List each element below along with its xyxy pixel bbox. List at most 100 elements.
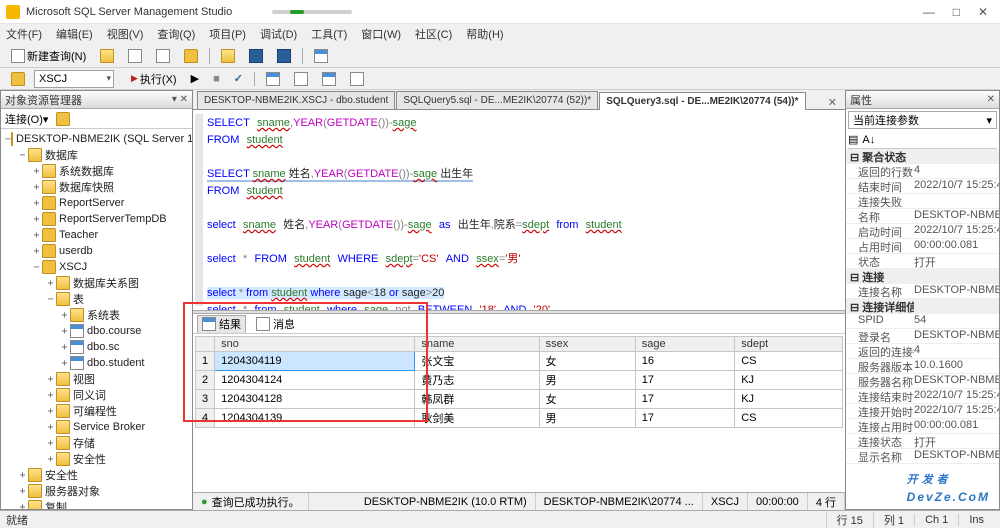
properties-grid[interactable]: ⊟ 聚合状态 返回的行数4 结束时间2022/10/7 15:25:40 连接失… xyxy=(846,149,999,509)
pin-icon[interactable]: ▾ ✕ xyxy=(172,94,188,105)
menu-community[interactable]: 社区(C) xyxy=(415,26,452,42)
object-explorer-title: 对象资源管理器 xyxy=(5,92,82,108)
progress-indicator xyxy=(272,10,352,14)
object-tree[interactable]: −DESKTOP-NBME2IK (SQL Server 10.0.160 −数… xyxy=(1,129,192,509)
tab-table-designer[interactable]: DESKTOP-NBME2IK.XSCJ - dbo.student xyxy=(197,91,395,109)
menu-project[interactable]: 项目(P) xyxy=(209,26,246,42)
sql-editor[interactable]: SELECT sname,YEAR(GETDATE())-sage FROM s… xyxy=(193,110,845,310)
status-ready: 就绪 xyxy=(6,512,28,528)
properties-title: 属性 xyxy=(850,92,872,108)
folder-icon xyxy=(28,468,42,482)
table-row: 11204304119张文宝女16CS xyxy=(196,352,843,371)
object-explorer-panel: 对象资源管理器 ▾ ✕ 连接(O)▾ −DESKTOP-NBME2IK (SQL … xyxy=(0,90,193,510)
folder-icon xyxy=(28,500,42,509)
title-bar: Microsoft SQL Server Management Studio —… xyxy=(0,0,1000,24)
table-row: 21204304124黄乃志男17KJ xyxy=(196,371,843,390)
database-icon xyxy=(42,212,56,226)
tab-query3[interactable]: SQLQuery3.sql - DE...ME2IK\20774 (54))* xyxy=(599,92,805,110)
minimize-button[interactable]: — xyxy=(923,5,935,19)
alpha-icon[interactable]: A↓ xyxy=(862,134,875,146)
app-title: Microsoft SQL Server Management Studio xyxy=(26,6,232,18)
server-icon xyxy=(11,132,13,146)
folder-icon xyxy=(56,404,70,418)
stop-button[interactable]: ■ xyxy=(208,69,225,89)
parse-button[interactable] xyxy=(229,69,248,89)
status-col: 列 1 xyxy=(873,512,914,528)
message-icon xyxy=(256,317,270,331)
execute-button[interactable]: 执行(X) xyxy=(126,70,182,88)
status-ok: 查询已成功执行。 xyxy=(193,493,309,510)
new-query-button[interactable]: 新建查询(N) xyxy=(6,46,91,66)
database-selector[interactable]: XSCJ xyxy=(34,70,114,88)
folder-icon xyxy=(56,420,70,434)
results-tab[interactable]: 结果 xyxy=(197,315,246,333)
folder-icon xyxy=(28,484,42,498)
results-grid[interactable]: snosnamessexsagesdept 11204304119张文宝女16C… xyxy=(195,336,843,428)
database-icon xyxy=(42,196,56,210)
properties-panel: 属性 ✕ 当前连接参数▾ ▤ A↓ ⊟ 聚合状态 返回的行数4 结束时间2022/… xyxy=(845,90,1000,510)
document-area: DESKTOP-NBME2IK.XSCJ - dbo.student SQLQu… xyxy=(193,90,845,510)
status-line: 行 15 xyxy=(826,512,873,528)
pin-icon[interactable]: ✕ xyxy=(987,94,995,105)
folder-icon xyxy=(42,164,56,178)
table-row: 31204304128韩凤群女17KJ xyxy=(196,390,843,409)
table-icon xyxy=(70,324,84,338)
properties-toolbar: ▤ A↓ xyxy=(848,131,997,149)
status-ins: Ins xyxy=(958,514,994,526)
tool-open[interactable] xyxy=(95,46,119,66)
query-status-bar: 查询已成功执行。 DESKTOP-NBME2IK (10.0 RTM) DESK… xyxy=(193,492,845,510)
tool-btn[interactable] xyxy=(123,46,147,66)
tool-activity[interactable] xyxy=(309,46,333,66)
connect-dropdown[interactable]: 连接(O)▾ xyxy=(5,111,48,127)
database-icon xyxy=(42,244,56,258)
code-content: SELECT sname,YEAR(GETDATE())-sage FROM s… xyxy=(207,114,622,306)
tab-query5[interactable]: SQLQuery5.sql - DE...ME2IK\20774 (52))* xyxy=(396,91,598,109)
document-tabs: DESKTOP-NBME2IK.XSCJ - dbo.student SQLQu… xyxy=(193,90,845,110)
properties-selector[interactable]: 当前连接参数▾ xyxy=(848,111,997,129)
categorize-icon[interactable]: ▤ xyxy=(848,133,858,146)
menu-query[interactable]: 查询(Q) xyxy=(157,26,195,42)
tool-btn[interactable] xyxy=(289,69,313,89)
folder-icon xyxy=(42,180,56,194)
tool-btn[interactable] xyxy=(317,69,341,89)
editor-gutter xyxy=(195,114,203,306)
tool-btn[interactable] xyxy=(345,69,369,89)
folder-icon xyxy=(56,388,70,402)
menu-edit[interactable]: 编辑(E) xyxy=(56,26,93,42)
folder-icon xyxy=(56,452,70,466)
menu-help[interactable]: 帮助(H) xyxy=(466,26,503,42)
close-button[interactable]: ✕ xyxy=(978,5,988,19)
tab-close-icon[interactable]: ✕ xyxy=(824,96,841,109)
standard-toolbar: 新建查询(N) xyxy=(0,44,1000,68)
folder-icon xyxy=(56,372,70,386)
menu-tools[interactable]: 工具(T) xyxy=(311,26,347,42)
folder-icon xyxy=(56,276,70,290)
debug-button[interactable]: ▶ xyxy=(186,69,204,89)
menu-file[interactable]: 文件(F) xyxy=(6,26,42,42)
tool-save-all[interactable] xyxy=(272,46,296,66)
status-ch: Ch 1 xyxy=(914,514,958,526)
database-icon xyxy=(42,260,56,274)
tool-change-conn[interactable] xyxy=(6,69,30,89)
folder-icon xyxy=(56,436,70,450)
grid-icon xyxy=(202,317,216,331)
tool-btn[interactable] xyxy=(179,46,203,66)
connect-icon[interactable] xyxy=(56,112,70,126)
menu-view[interactable]: 视图(V) xyxy=(107,26,144,42)
app-icon xyxy=(6,5,20,19)
menu-window[interactable]: 窗口(W) xyxy=(361,26,401,42)
menu-bar: 文件(F) 编辑(E) 视图(V) 查询(Q) 项目(P) 调试(D) 工具(T… xyxy=(0,24,1000,44)
tool-btn[interactable] xyxy=(151,46,175,66)
maximize-button[interactable]: □ xyxy=(953,5,960,19)
status-bar: 就绪 行 15 列 1 Ch 1 Ins xyxy=(0,510,1000,528)
tool-btn[interactable] xyxy=(261,69,285,89)
table-icon xyxy=(70,356,84,370)
tool-open-file[interactable] xyxy=(216,46,240,66)
tool-save[interactable] xyxy=(244,46,268,66)
menu-debug[interactable]: 调试(D) xyxy=(260,26,297,42)
table-icon xyxy=(70,340,84,354)
folder-icon xyxy=(70,308,84,322)
folder-icon xyxy=(28,148,42,162)
messages-tab[interactable]: 消息 xyxy=(252,315,299,333)
table-row: 41204304139耿剑美男17CS xyxy=(196,409,843,428)
